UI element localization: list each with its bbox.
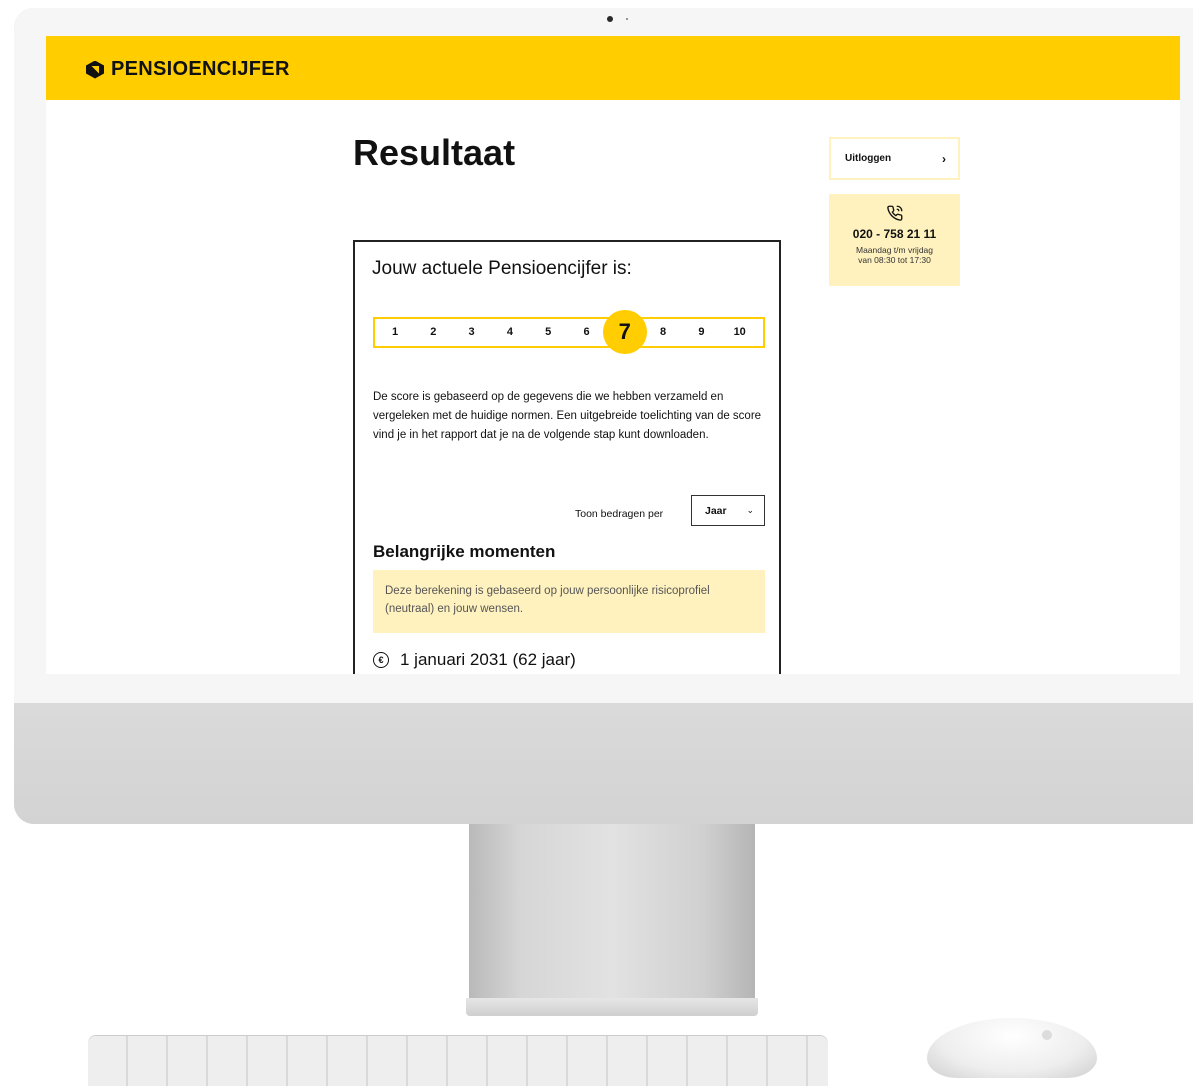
moment-row: € 1 januari 2031 (62 jaar) bbox=[373, 650, 576, 670]
moment-date: 1 januari 2031 (62 jaar) bbox=[400, 650, 576, 669]
site-header: PENSIOENCIJFER bbox=[46, 36, 1180, 100]
score-number-9: 9 bbox=[698, 326, 705, 338]
phone-number[interactable]: 020 - 758 21 11 bbox=[829, 227, 960, 241]
chevron-right-icon: › bbox=[942, 151, 946, 166]
logo-mark-icon bbox=[86, 60, 104, 79]
section-title: Belangrijke momenten bbox=[373, 542, 556, 561]
score-number-6: 6 bbox=[583, 326, 590, 338]
phone-icon bbox=[886, 205, 902, 221]
score-number-2: 2 bbox=[430, 326, 437, 338]
score-number-5: 5 bbox=[545, 326, 552, 338]
score-scale: 1 2 3 4 5 6 7 8 9 10 bbox=[373, 310, 765, 354]
score-number-1: 1 bbox=[391, 326, 399, 338]
imac-stand bbox=[469, 824, 755, 1000]
period-select-value: Jaar bbox=[705, 504, 727, 517]
mouse bbox=[927, 1018, 1097, 1078]
logout-button[interactable]: Uitloggen › bbox=[829, 137, 960, 180]
camera bbox=[607, 16, 613, 22]
camera-sensor bbox=[626, 18, 628, 20]
contact-hours-line2: van 08:30 tot 17:30 bbox=[858, 255, 931, 265]
score-number-3: 3 bbox=[468, 326, 475, 338]
imac-chin bbox=[14, 703, 1193, 824]
keyboard bbox=[88, 1036, 828, 1086]
page-title: Resultaat bbox=[353, 132, 516, 173]
info-box: Deze berekening is gebaseerd op jouw per… bbox=[373, 570, 765, 633]
logout-label: Uitloggen bbox=[845, 153, 892, 164]
contact-hours-line1: Maandag t/m vrijdag bbox=[855, 245, 933, 255]
imac-stand-base bbox=[466, 998, 758, 1016]
period-select[interactable]: Jaar ⌄ bbox=[691, 495, 765, 526]
screen: PENSIOENCIJFER Resultaat Uitloggen › 020… bbox=[46, 36, 1180, 674]
logo-text: PENSIOENCIJFER bbox=[111, 58, 290, 80]
logo[interactable]: PENSIOENCIJFER bbox=[86, 58, 290, 81]
result-card: Jouw actuele Pensioencijfer is: 1 2 3 4 5 67 8… bbox=[353, 240, 781, 674]
score-number-4: 4 bbox=[506, 326, 513, 338]
euro-coin-icon: € bbox=[373, 652, 389, 668]
contact-hours: Maandag t/m vrijdag van 08:30 tot 17:30 bbox=[829, 245, 960, 265]
apple-logo-icon bbox=[1042, 1030, 1052, 1040]
score-number-10: 10 bbox=[733, 326, 746, 338]
amount-period-label: Toon bedragen per bbox=[575, 508, 664, 520]
result-heading: Jouw actuele Pensioencijfer is: bbox=[372, 258, 632, 279]
contact-box: 020 - 758 21 11 Maandag t/m vrijdag van … bbox=[829, 194, 960, 286]
chevron-down-icon: ⌄ bbox=[746, 505, 754, 515]
score-description: De score is gebaseerd op de gegevens die… bbox=[373, 391, 762, 441]
score-number-8: 8 bbox=[660, 326, 667, 338]
score-active-marker: 7 bbox=[602, 310, 647, 354]
